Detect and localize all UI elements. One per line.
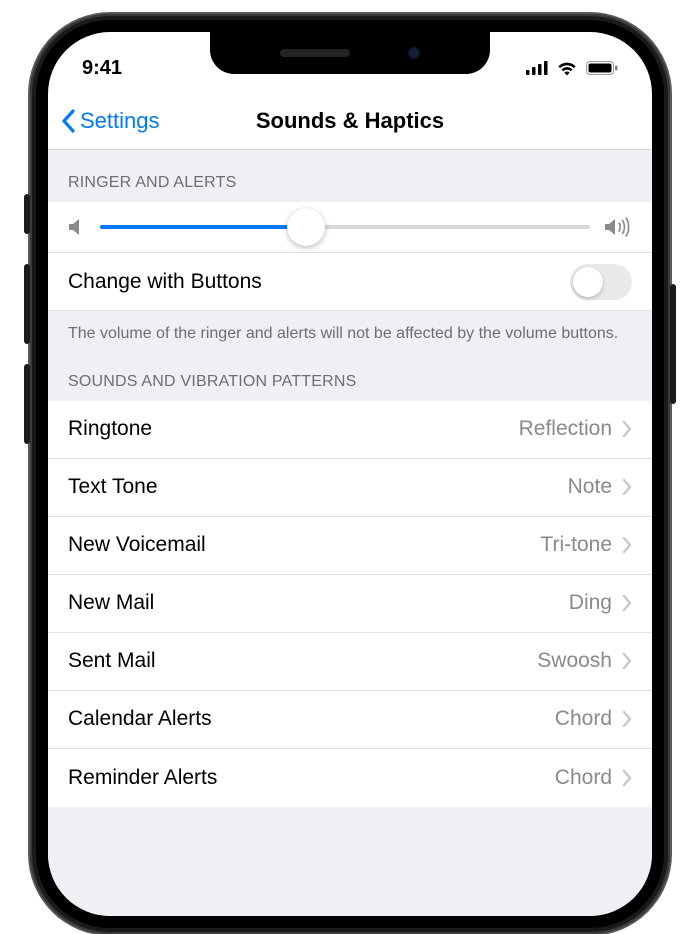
row-value: Chord — [555, 707, 612, 731]
calendar-alerts-row[interactable]: Calendar Alerts Chord — [48, 691, 652, 749]
row-label: Reminder Alerts — [68, 766, 217, 790]
chevron-right-icon — [622, 479, 632, 495]
row-label: Sent Mail — [68, 649, 156, 673]
chevron-right-icon — [622, 653, 632, 669]
row-value: Chord — [555, 766, 612, 790]
new-voicemail-row[interactable]: New Voicemail Tri-tone — [48, 517, 652, 575]
text-tone-row[interactable]: Text Tone Note — [48, 459, 652, 517]
sent-mail-row[interactable]: Sent Mail Swoosh — [48, 633, 652, 691]
sounds-section-header: SOUNDS AND VIBRATION PATTERNS — [48, 367, 652, 401]
phone-frame: 9:41 — [30, 14, 670, 934]
back-label: Settings — [80, 108, 160, 134]
new-mail-row[interactable]: New Mail Ding — [48, 575, 652, 633]
screen: 9:41 — [48, 32, 652, 916]
slider-thumb[interactable] — [287, 208, 325, 246]
row-label: Calendar Alerts — [68, 707, 212, 731]
row-value: Reflection — [519, 417, 612, 441]
ringtone-row[interactable]: Ringtone Reflection — [48, 401, 652, 459]
navbar: Settings Sounds & Haptics — [48, 92, 652, 150]
speaker-quiet-icon — [68, 217, 86, 237]
statusbar-time: 9:41 — [82, 57, 122, 80]
chevron-right-icon — [622, 595, 632, 611]
change-with-buttons-label: Change with Buttons — [68, 270, 262, 294]
silence-switch — [24, 194, 30, 234]
speaker-loud-icon — [604, 216, 632, 238]
notch — [210, 32, 490, 74]
row-label: New Voicemail — [68, 533, 206, 557]
ringer-volume-row — [48, 202, 652, 253]
ringer-volume-slider[interactable] — [100, 225, 590, 229]
content-scroll[interactable]: RINGER AND ALERTS — [48, 150, 652, 916]
row-value: Note — [568, 475, 612, 499]
ringer-footer: The volume of the ringer and alerts will… — [48, 311, 652, 367]
row-label: Text Tone — [68, 475, 158, 499]
back-button[interactable]: Settings — [60, 108, 160, 134]
wifi-icon — [556, 60, 578, 76]
cellular-icon — [526, 61, 548, 75]
slider-fill — [100, 225, 306, 229]
chevron-right-icon — [622, 770, 632, 786]
toggle-knob — [573, 267, 603, 297]
reminder-alerts-row[interactable]: Reminder Alerts Chord — [48, 749, 652, 807]
row-value: Ding — [569, 591, 612, 615]
chevron-right-icon — [622, 421, 632, 437]
battery-icon — [586, 61, 618, 75]
volume-up-hardware — [24, 264, 30, 344]
row-value: Tri-tone — [540, 533, 612, 557]
sounds-group: Ringtone Reflection Text Tone Note New V… — [48, 401, 652, 807]
chevron-right-icon — [622, 711, 632, 727]
change-with-buttons-toggle[interactable] — [570, 264, 632, 300]
row-label: Ringtone — [68, 417, 152, 441]
power-hardware — [670, 284, 676, 404]
row-value: Swoosh — [537, 649, 612, 673]
front-camera — [408, 47, 420, 59]
statusbar-right — [526, 60, 618, 76]
chevron-right-icon — [622, 537, 632, 553]
ringer-section-header: RINGER AND ALERTS — [48, 150, 652, 202]
ringer-group: Change with Buttons — [48, 202, 652, 311]
speaker-grille — [280, 49, 350, 57]
volume-down-hardware — [24, 364, 30, 444]
row-label: New Mail — [68, 591, 154, 615]
change-with-buttons-row: Change with Buttons — [48, 253, 652, 311]
chevron-left-icon — [60, 109, 76, 133]
